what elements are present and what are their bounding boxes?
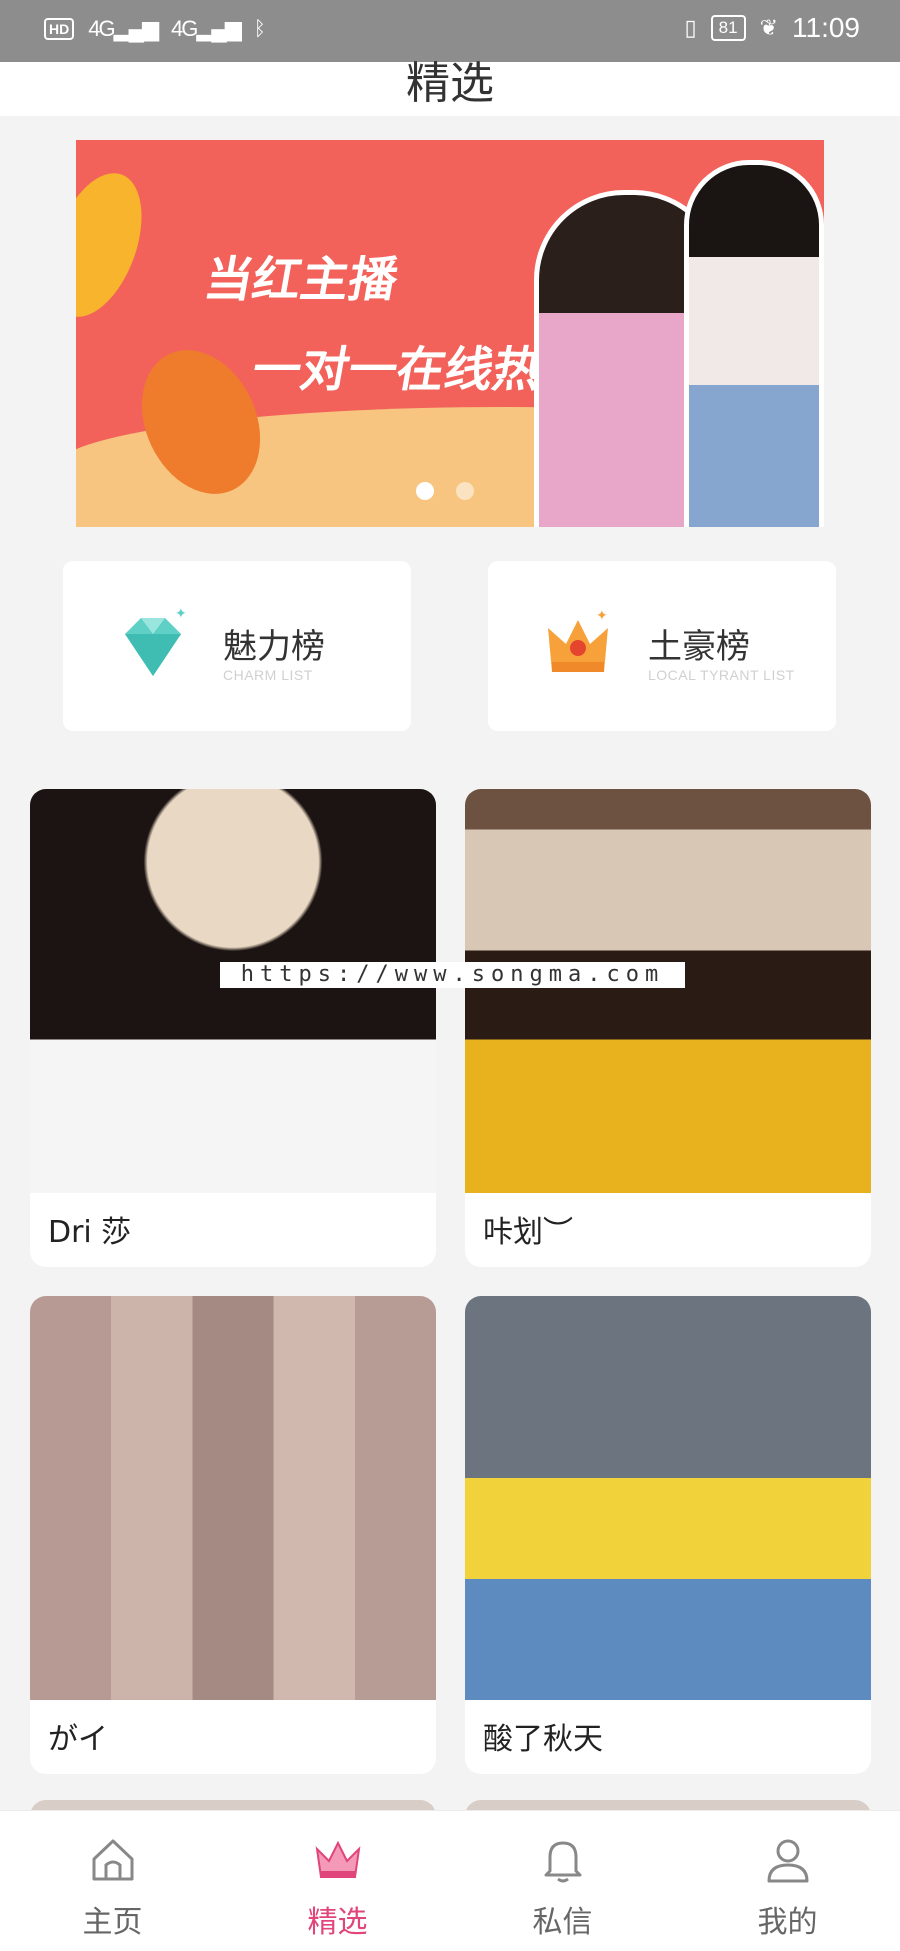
anchor-photo (30, 1296, 436, 1700)
svg-text:✦: ✦ (596, 608, 608, 624)
bottom-tab-bar: 主页 精选 私信 我的 (0, 1810, 900, 1951)
diamond-icon: ✦ (125, 606, 187, 676)
anchor-name: 酸了秋天 (483, 1722, 603, 1757)
leaf-decoration (76, 160, 160, 330)
carousel-dot-2[interactable] (456, 482, 474, 500)
anchor-card[interactable]: 咔划︶ (465, 789, 871, 1267)
status-time: 11:09 (792, 12, 860, 43)
carousel-dot-1[interactable] (416, 482, 434, 500)
page-title: 精选 (406, 58, 494, 109)
anchor-name: がイ (48, 1722, 108, 1757)
anchor-name: Dri 莎 (48, 1215, 132, 1250)
carousel-dots (416, 482, 474, 500)
status-right: ▯ 81 ❦ 11:09 (685, 12, 860, 44)
status-left: HD 4G▂▄▆ 4G▂▄▆ ᛒ (44, 16, 266, 42)
crown-icon: ✦ (548, 608, 608, 672)
anchor-photo (30, 789, 436, 1193)
user-icon (767, 1839, 808, 1883)
tyrant-list-subtitle: LOCAL TYRANT LIST (648, 667, 795, 683)
status-bar: HD 4G▂▄▆ 4G▂▄▆ ᛒ ▯ 81 ❦ 11:09 (0, 0, 900, 62)
watermark-text: https://www.songma.com (220, 962, 685, 988)
tab-profile-label: 我的 (757, 1905, 818, 1940)
crown-icon (315, 1840, 360, 1878)
hd-icon: HD (44, 18, 75, 40)
tyrant-list-title: 土豪榜 (648, 627, 750, 667)
bluetooth-icon: ᛒ (253, 17, 266, 40)
signal-icon-2: 4G▂▄▆ (171, 16, 242, 41)
home-icon (92, 1839, 133, 1881)
tab-profile[interactable]: 我的 (675, 1811, 900, 1951)
svg-text:✦: ✦ (175, 606, 187, 622)
anchor-card[interactable]: 酸了秋天 (465, 1296, 871, 1774)
promo-banner[interactable]: 当红主播 一对一在线热聊 (76, 140, 824, 527)
tab-featured[interactable]: 精选 (225, 1811, 450, 1951)
leaf-icon: ❦ (759, 15, 778, 40)
charm-list-title: 魅力榜 (223, 627, 325, 667)
banner-headline: 当红主播 (200, 252, 403, 308)
tab-featured-label: 精选 (307, 1905, 368, 1940)
anchor-name: 咔划︶ (483, 1215, 573, 1250)
battery-icon: 81 (710, 15, 746, 41)
anchor-card[interactable]: Dri 莎 (30, 789, 436, 1267)
tab-messages-label: 私信 (532, 1905, 593, 1940)
charm-list-card[interactable]: ✦ 魅力榜 CHARM LIST (63, 561, 411, 731)
signal-icon: 4G▂▄▆ (88, 16, 159, 41)
anchor-card[interactable]: がイ (30, 1296, 436, 1774)
bell-icon (544, 1841, 581, 1883)
page-header: 精选 (0, 62, 900, 116)
charm-list-subtitle: CHARM LIST (223, 667, 313, 683)
tab-messages[interactable]: 私信 (450, 1811, 675, 1951)
vibrate-icon: ▯ (684, 15, 697, 40)
tab-home-label: 主页 (82, 1905, 143, 1940)
anchor-photo (465, 1296, 871, 1700)
tab-home[interactable]: 主页 (0, 1811, 225, 1951)
banner-photo-2 (684, 160, 824, 527)
anchor-photo (465, 789, 871, 1193)
tyrant-list-card[interactable]: ✦ 土豪榜 LOCAL TYRANT LIST (488, 561, 836, 731)
